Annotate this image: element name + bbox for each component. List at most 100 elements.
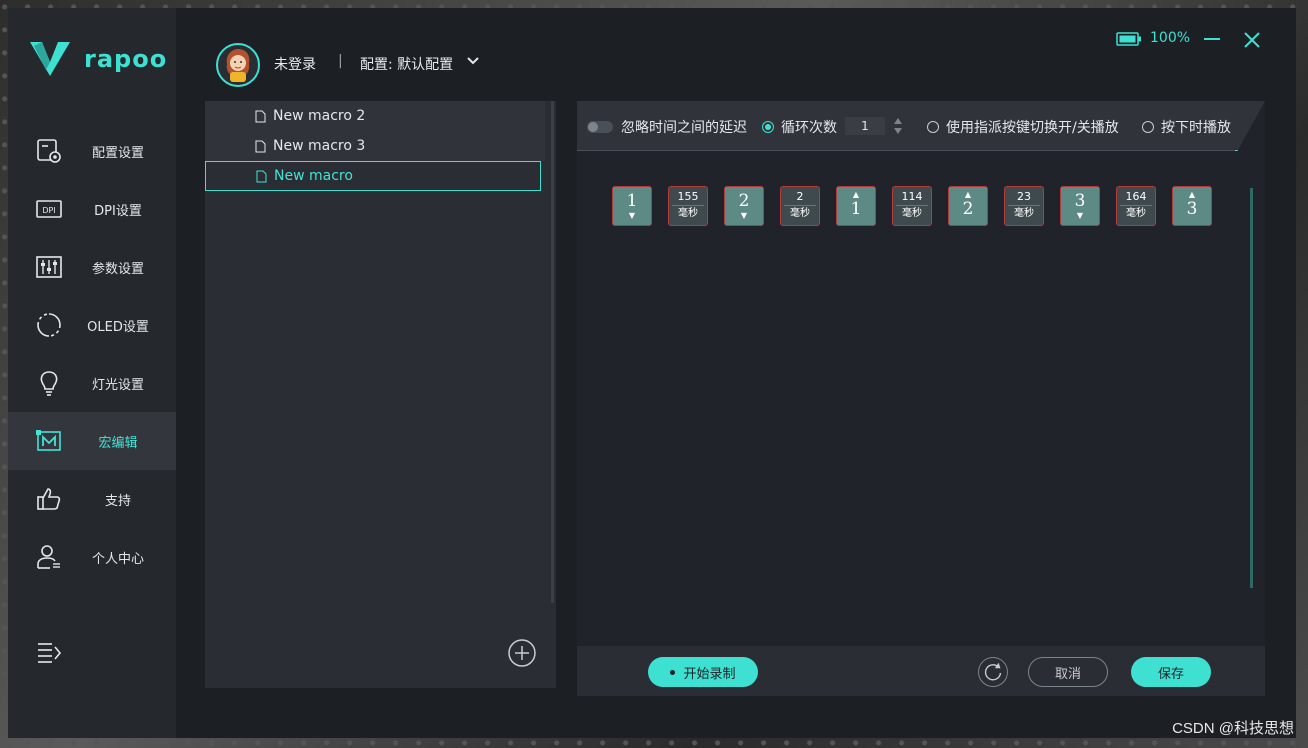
battery-percentage: 100% [1150, 30, 1191, 46]
editor-scrollbar[interactable] [1250, 188, 1253, 588]
sidebar-item-label: 配置设置 [91, 145, 144, 161]
key-label: 1 [850, 199, 862, 219]
svg-text:DPI: DPI [42, 206, 55, 215]
add-macro-button[interactable] [507, 638, 537, 668]
delay-unit: 毫秒 [784, 205, 816, 222]
battery-icon [1116, 32, 1141, 46]
avatar[interactable] [216, 43, 260, 87]
loop-radio[interactable] [762, 121, 774, 133]
delay-unit: 毫秒 [896, 205, 928, 222]
arrow-down-icon: ▼ [1076, 211, 1084, 220]
loop-label: 循环次数 [781, 120, 837, 136]
minimize-button[interactable] [1204, 38, 1220, 40]
sidebar-item-label: 参数设置 [91, 261, 144, 277]
ignore-delay-toggle[interactable] [587, 121, 613, 133]
delay-unit: 毫秒 [1120, 205, 1152, 222]
key-event-up[interactable]: ▲ 1 [836, 186, 876, 226]
file-icon [255, 140, 266, 152]
macro-name: New macro 2 [273, 108, 366, 124]
sidebar-item-label: 宏编辑 [98, 435, 138, 451]
arrow-down-icon: ▼ [740, 211, 748, 220]
play-while-pressed-radio[interactable] [1142, 121, 1154, 133]
sidebar-item-lighting[interactable]: 灯光设置 [8, 354, 176, 412]
watermark: CSDN @科技思想 [1172, 720, 1294, 737]
loop-option[interactable]: 循环次数 [762, 117, 837, 137]
close-icon[interactable] [1243, 31, 1261, 49]
key-label: 2 [738, 191, 750, 211]
toggle-by-key-label: 使用指派按键切换开/关播放 [946, 120, 1119, 136]
sidebar-item-oled[interactable]: OLED设置 [8, 296, 176, 354]
key-event-down[interactable]: 2 ▼ [724, 186, 764, 226]
delay-value: 114 [901, 190, 923, 203]
delay-event[interactable]: 155 毫秒 [668, 186, 708, 226]
start-recording-label: 开始录制 [683, 666, 736, 682]
macro-list-item[interactable]: New macro 3 [205, 131, 545, 161]
login-status[interactable]: 未登录 [274, 54, 316, 74]
save-button[interactable]: 保存 [1131, 657, 1211, 687]
app-window: rapoo 配置设置 DPI DPI设置 参数设置 OLED设置 灯光设置 宏编… [8, 8, 1296, 738]
arrow-up-icon: ▲ [1188, 190, 1196, 199]
macro-list-item[interactable]: New macro 2 [205, 101, 545, 131]
logo: rapoo [28, 40, 167, 78]
cancel-button[interactable]: 取消 [1028, 657, 1108, 687]
rapoo-v-logo-icon [30, 42, 70, 76]
key-event-up[interactable]: ▲ 3 [1172, 186, 1212, 226]
thumbs-up-icon [37, 488, 61, 510]
file-icon [255, 110, 266, 122]
ignore-delay-option[interactable]: 忽略时间之间的延迟 [587, 117, 747, 137]
start-recording-button[interactable]: 开始录制 [648, 657, 758, 687]
dpi-icon: DPI [36, 200, 62, 218]
reset-icon[interactable] [978, 657, 1008, 687]
config-selector-label[interactable]: 配置: 默认配置 [360, 54, 453, 74]
sidebar-item-profile[interactable]: 个人中心 [8, 528, 176, 586]
sidebar: rapoo 配置设置 DPI DPI设置 参数设置 OLED设置 灯光设置 宏编… [8, 8, 176, 738]
key-label: 1 [626, 191, 638, 211]
sidebar-item-dpi[interactable]: DPI DPI设置 [8, 180, 176, 238]
user-icon [37, 545, 60, 569]
sidebar-item-params[interactable]: 参数设置 [8, 238, 176, 296]
macro-editor: 忽略时间之间的延迟 循环次数 1 使用指派按键切换开/关播放 按下时播放 1 ▼ 1… [577, 101, 1265, 696]
sidebar-item-support[interactable]: 支持 [8, 470, 176, 528]
editor-action-bar: 开始录制 取消 保存 [577, 646, 1265, 696]
loop-count-input[interactable]: 1 [845, 117, 885, 135]
sidebar-item-label: 个人中心 [91, 551, 144, 567]
delay-event[interactable]: 23 毫秒 [1004, 186, 1044, 226]
loop-count-stepper[interactable] [893, 116, 903, 136]
macro-list-scrollbar[interactable] [551, 101, 554, 603]
key-label: 3 [1074, 191, 1086, 211]
macro-name: New macro [274, 168, 353, 184]
delay-event[interactable]: 164 毫秒 [1116, 186, 1156, 226]
chevron-down-icon[interactable] [466, 56, 480, 66]
delay-event[interactable]: 2 毫秒 [780, 186, 820, 226]
delay-value: 164 [1125, 190, 1147, 203]
record-dot-icon [670, 669, 676, 675]
config-settings-icon [37, 139, 61, 163]
arrow-up-icon: ▲ [964, 190, 972, 199]
options-divider [577, 150, 1235, 151]
brand-name: rapoo [84, 45, 168, 73]
toggle-by-key-option[interactable]: 使用指派按键切换开/关播放 [927, 117, 1119, 137]
lightbulb-icon [40, 371, 58, 396]
key-event-up[interactable]: ▲ 2 [948, 186, 988, 226]
play-while-pressed-option[interactable]: 按下时播放 [1142, 117, 1231, 137]
key-event-down[interactable]: 1 ▼ [612, 186, 652, 226]
arrow-down-icon: ▼ [628, 211, 636, 220]
delay-value: 155 [677, 190, 699, 203]
sidebar-item-label: OLED设置 [87, 319, 149, 335]
macro-list-panel: New macro 2 New macro 3 New macro [205, 101, 556, 688]
menu-collapse-icon[interactable] [36, 640, 62, 664]
ignore-delay-label: 忽略时间之间的延迟 [621, 120, 747, 136]
delay-unit: 毫秒 [1008, 205, 1040, 222]
sidebar-item-config[interactable]: 配置设置 [8, 122, 176, 180]
toggle-by-key-radio[interactable] [927, 121, 939, 133]
file-icon [256, 170, 267, 182]
key-event-down[interactable]: 3 ▼ [1060, 186, 1100, 226]
sidebar-item-macro[interactable]: 宏编辑 [8, 412, 176, 470]
macro-icon [36, 430, 61, 451]
sidebar-item-label: 支持 [104, 493, 131, 509]
oled-icon [37, 313, 61, 337]
delay-event[interactable]: 114 毫秒 [892, 186, 932, 226]
play-while-pressed-label: 按下时播放 [1161, 120, 1231, 136]
sidebar-nav: 配置设置 DPI DPI设置 参数设置 OLED设置 灯光设置 宏编辑 支持 个… [8, 122, 176, 586]
macro-list-item-selected[interactable]: New macro [205, 161, 541, 191]
